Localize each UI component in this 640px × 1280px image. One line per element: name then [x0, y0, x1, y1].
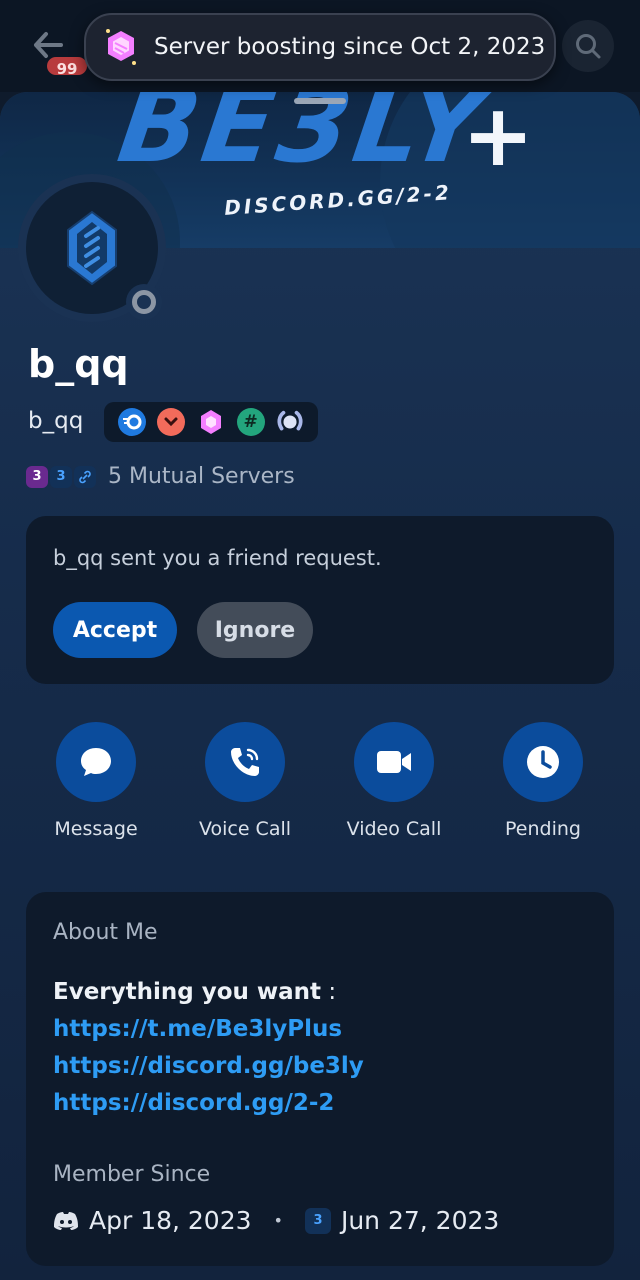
server-member-date: Jun 27, 2023: [340, 1206, 500, 1235]
badge-row: #: [104, 402, 318, 442]
search-button[interactable]: [562, 20, 614, 72]
mutual-servers[interactable]: 3 3 5 Mutual Servers: [26, 464, 295, 489]
telegram-link[interactable]: https://t.me/Be3lyPlus: [53, 1011, 364, 1048]
search-icon: [576, 34, 601, 59]
chevron-badge-icon[interactable]: [157, 408, 186, 436]
ignore-button[interactable]: Ignore: [197, 602, 313, 658]
about-body: Everything you want : https://t.me/Be3ly…: [53, 974, 364, 1122]
discord-invite-link-2[interactable]: https://discord.gg/2-2: [53, 1085, 364, 1122]
separator-dot: •: [273, 1211, 283, 1230]
discord-member-date: Apr 18, 2023: [89, 1206, 252, 1235]
about-bold-line: Everything you want: [53, 979, 322, 1005]
boost-badge-icon[interactable]: [197, 408, 225, 436]
server-icon: 3: [304, 1207, 331, 1234]
action-row: Message Voice Call Video Call Pending: [0, 722, 640, 852]
status-indicator: [126, 284, 162, 320]
accept-button[interactable]: Accept: [53, 602, 177, 658]
phone-icon: [231, 748, 259, 776]
voice-call-button[interactable]: Voice Call: [170, 722, 320, 840]
username: b_qq: [28, 408, 84, 434]
drag-handle[interactable]: [294, 98, 346, 104]
member-since-row: Apr 18, 2023 • 3 Jun 27, 2023: [53, 1206, 499, 1235]
pending-label: Pending: [505, 818, 581, 840]
about-card: About Me Everything you want : https://t…: [26, 892, 614, 1266]
profile-sheet: BE3LY + DISCORD.GG/2-2 b_qq b_qq # 3 3 5…: [0, 92, 640, 1280]
server-logo-icon: [67, 210, 117, 286]
video-camera-icon: [377, 751, 411, 773]
chat-bubble-icon: [81, 748, 111, 776]
nitro-boost-gem-icon: [106, 29, 136, 65]
friend-request-text: b_qq sent you a friend request.: [53, 546, 382, 570]
pending-button[interactable]: Pending: [468, 722, 618, 840]
mutual-server-icon: 3: [26, 465, 48, 488]
mutual-server-icon: 3: [50, 465, 72, 488]
banner-title: BE3LY: [111, 92, 497, 186]
boost-tooltip-text: Server boosting since Oct 2, 2023: [154, 34, 546, 60]
video-call-label: Video Call: [346, 818, 442, 840]
member-since-heading: Member Since: [53, 1162, 211, 1187]
about-heading: About Me: [53, 920, 158, 945]
message-label: Message: [54, 818, 138, 840]
speed-badge-icon[interactable]: [117, 408, 146, 436]
discord-invite-link[interactable]: https://discord.gg/be3ly: [53, 1048, 364, 1085]
voice-call-label: Voice Call: [198, 818, 292, 840]
message-button[interactable]: Message: [21, 722, 171, 840]
clock-icon: [527, 746, 559, 778]
unread-count-badge: 99: [44, 54, 90, 78]
laurel-badge-icon[interactable]: [276, 408, 304, 436]
banner-plus: +: [462, 92, 535, 186]
boost-tooltip: Server boosting since Oct 2, 2023: [84, 13, 556, 81]
video-call-button[interactable]: Video Call: [319, 722, 469, 840]
hashtag-badge-icon[interactable]: #: [236, 408, 265, 436]
friend-request-card: b_qq sent you a friend request. Accept I…: [26, 516, 614, 684]
mutual-servers-label: 5 Mutual Servers: [108, 464, 295, 489]
display-name: b_qq: [28, 342, 129, 386]
link-icon: [74, 465, 96, 488]
discord-logo-icon: [54, 1211, 78, 1230]
